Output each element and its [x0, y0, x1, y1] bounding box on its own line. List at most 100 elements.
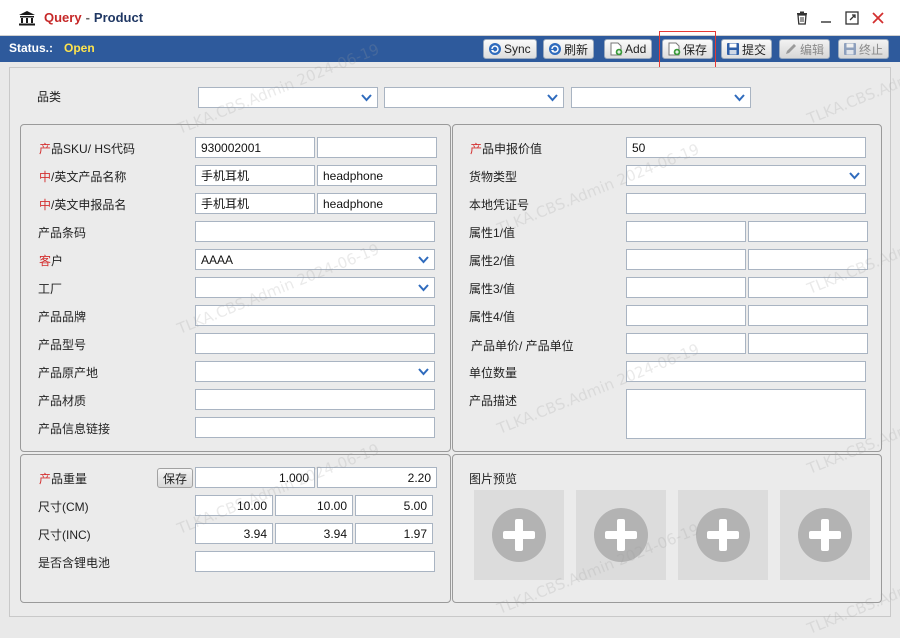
required-mark: 产 — [39, 472, 52, 486]
floppy-disk-disabled-icon — [844, 43, 856, 55]
unit-qty-label: 单位数量 — [469, 366, 518, 380]
cn-en-declare-label: 中/英文申报品名 — [39, 196, 126, 213]
chevron-down-icon — [361, 94, 372, 102]
declare-value-input[interactable] — [626, 137, 866, 158]
image-upload-slot-4[interactable] — [780, 490, 870, 580]
voucher-label: 本地凭证号 — [469, 198, 530, 212]
sync-button[interactable]: Sync — [483, 39, 537, 59]
origin-select[interactable] — [195, 361, 435, 382]
material-input[interactable] — [195, 389, 435, 410]
model-input[interactable] — [195, 333, 435, 354]
attr4-value-input[interactable] — [748, 305, 868, 326]
hs-code-input[interactable] — [317, 137, 437, 158]
attr1-value-input[interactable] — [748, 221, 868, 242]
info-link-input[interactable] — [195, 417, 435, 438]
image-upload-slot-3[interactable] — [678, 490, 768, 580]
width-cm-input[interactable] — [275, 495, 353, 516]
trash-icon[interactable] — [794, 10, 812, 28]
customer-label-text: 户 — [51, 254, 64, 268]
width-inc-input[interactable] — [275, 523, 353, 544]
category-select-1[interactable] — [198, 87, 378, 108]
attr4-name-input[interactable] — [626, 305, 746, 326]
weight-input-1[interactable] — [195, 467, 315, 488]
title-query: Query — [44, 10, 82, 25]
weight-input-2[interactable] — [317, 467, 437, 488]
maximize-icon[interactable] — [844, 10, 862, 28]
cn-name-input[interactable] — [195, 165, 315, 186]
required-mark: 中 — [39, 198, 52, 212]
sku-hs-label: 产品SKU/ HS代码 — [39, 140, 135, 157]
category-select-2[interactable] — [384, 87, 564, 108]
height-cm-input[interactable] — [355, 495, 433, 516]
status-value: Open — [64, 41, 95, 55]
description-textarea[interactable] — [626, 389, 866, 439]
close-icon[interactable] — [870, 10, 888, 28]
image-upload-slot-2[interactable] — [576, 490, 666, 580]
length-cm-input[interactable] — [195, 495, 273, 516]
add-image-icon — [798, 508, 852, 562]
attr2-label: 属性2/值 — [469, 254, 516, 268]
unit-price-input[interactable] — [626, 333, 746, 354]
cn-en-name-label-text: /英文产品名称 — [51, 170, 127, 184]
declare-value-label: 产品申报价值 — [470, 140, 542, 157]
window-title: Query - Product — [44, 10, 143, 25]
factory-select[interactable] — [195, 277, 435, 298]
attr2-value-input[interactable] — [748, 249, 868, 270]
attr3-label: 属性3/值 — [469, 282, 516, 296]
save-button[interactable]: 保存 — [662, 39, 714, 59]
chevron-down-icon — [734, 94, 745, 102]
attr1-name-input[interactable] — [626, 221, 746, 242]
barcode-input[interactable] — [195, 221, 435, 242]
stop-label: 终止 — [859, 42, 884, 57]
title-separator: - — [85, 10, 90, 25]
description-label: 产品描述 — [469, 394, 518, 408]
attr3-value-input[interactable] — [748, 277, 868, 298]
material-label: 产品材质 — [38, 394, 87, 408]
customer-select-value: AAAA — [201, 253, 234, 267]
cn-en-name-label: 中/英文产品名称 — [39, 168, 126, 185]
image-preview-label: 图片预览 — [469, 472, 518, 486]
battery-input[interactable] — [195, 551, 435, 572]
length-inc-input[interactable] — [195, 523, 273, 544]
sku-input[interactable] — [195, 137, 315, 158]
submit-button[interactable]: 提交 — [721, 39, 773, 59]
minimize-icon[interactable] — [818, 10, 836, 28]
add-document-icon — [610, 42, 623, 56]
submit-label: 提交 — [742, 42, 767, 57]
stop-button[interactable]: 终止 — [838, 39, 890, 59]
title-bar: Query - Product — [0, 0, 900, 36]
save-document-icon — [668, 42, 681, 56]
attr3-name-input[interactable] — [626, 277, 746, 298]
weight-label: 产品重量 — [39, 470, 87, 487]
category-select-3[interactable] — [571, 87, 751, 108]
weight-save-button[interactable]: 保存 — [157, 468, 193, 488]
image-upload-slot-1[interactable] — [474, 490, 564, 580]
pencil-icon — [786, 44, 796, 54]
cn-declare-input[interactable] — [195, 193, 315, 214]
voucher-input[interactable] — [626, 193, 866, 214]
required-mark: 产 — [39, 142, 52, 156]
sync-label: Sync — [504, 42, 531, 56]
status-label: Status.: — [9, 41, 54, 55]
height-inc-input[interactable] — [355, 523, 433, 544]
refresh-icon — [549, 43, 561, 55]
add-label: Add — [625, 42, 647, 56]
edit-button[interactable]: 编辑 — [779, 39, 831, 59]
brand-input[interactable] — [195, 305, 435, 326]
unit-input[interactable] — [748, 333, 868, 354]
cn-en-declare-label-text: /英文申报品名 — [51, 198, 127, 212]
attr2-name-input[interactable] — [626, 249, 746, 270]
size-cm-label: 尺寸(CM) — [38, 500, 89, 514]
sync-icon — [489, 43, 501, 55]
customer-label: 客户 — [39, 252, 63, 269]
add-button[interactable]: Add — [604, 39, 653, 59]
unit-qty-input[interactable] — [626, 361, 866, 382]
en-name-input[interactable] — [317, 165, 437, 186]
customer-select[interactable]: AAAA — [195, 249, 435, 270]
goods-type-select[interactable] — [626, 165, 866, 186]
sku-hs-label-text: 品SKU/ HS代码 — [51, 142, 136, 156]
en-declare-input[interactable] — [317, 193, 437, 214]
refresh-button[interactable]: 刷新 — [543, 39, 595, 59]
goods-type-label: 货物类型 — [469, 170, 518, 184]
required-mark: 客 — [39, 254, 52, 268]
